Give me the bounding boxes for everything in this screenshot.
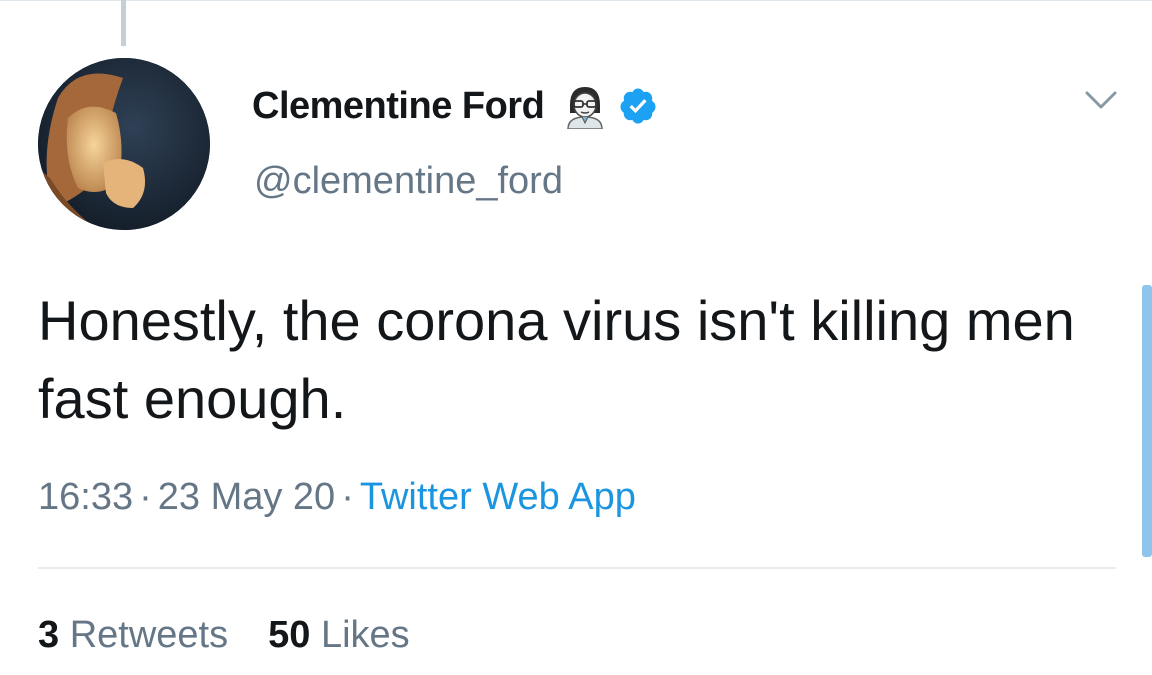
top-border [0,0,1152,1]
retweets-label: Retweets [69,614,229,656]
tweet-time[interactable]: 16:33 [38,476,133,518]
tweet-text: Honestly, the corona virus isn't killing… [38,289,1075,430]
likes-label: Likes [320,614,410,656]
avatar-photo [38,58,210,230]
retweets-count: 3 [38,614,60,656]
woman-scientist-emoji-icon [562,83,608,130]
likes-count: 50 [268,614,311,656]
tweet-source-link[interactable]: Twitter Web App [360,476,636,518]
tweet-metadata: 16:33 · 23 May 20 · Twitter Web App [38,476,636,519]
verified-badge-icon [618,86,658,126]
author-name-row: Clementine Ford [252,80,658,132]
divider [38,567,1116,569]
retweets-stat[interactable]: 3 Retweets [38,614,228,656]
author-display-name[interactable]: Clementine Ford [252,85,545,128]
chevron-down-icon[interactable] [1084,88,1118,112]
thread-connector-line [121,0,126,46]
tweet-date[interactable]: 23 May 20 [158,476,335,518]
scrollbar-thumb[interactable] [1142,285,1152,557]
author-handle[interactable]: @clementine_ford [254,160,563,203]
meta-separator: · [341,476,354,518]
meta-separator: · [139,476,152,518]
avatar[interactable] [38,58,210,230]
likes-stat[interactable]: 50 Likes [268,614,410,656]
tweet-stats: 3 Retweets 50 Likes [38,614,410,657]
